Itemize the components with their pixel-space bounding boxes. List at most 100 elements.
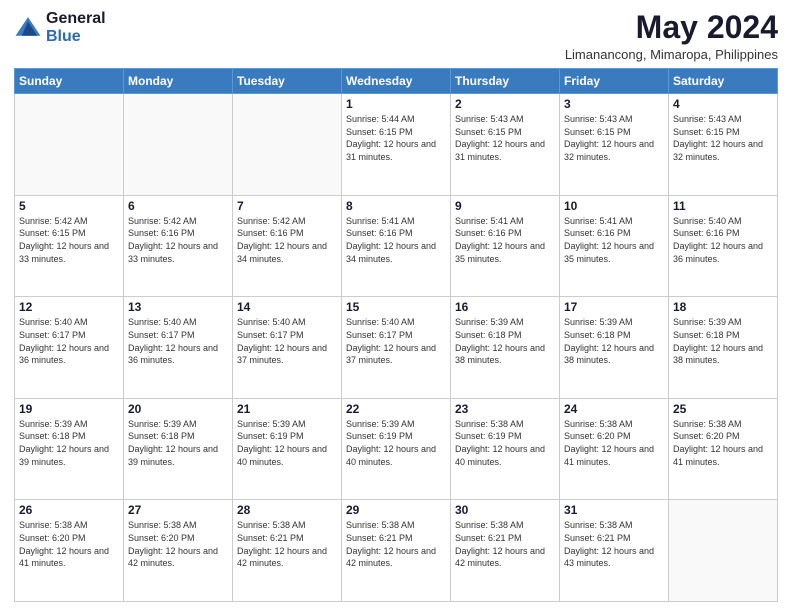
day-number: 3 [564,97,664,111]
day-number: 2 [455,97,555,111]
day-cell [124,94,233,196]
day-info: Sunrise: 5:39 AM Sunset: 6:18 PM Dayligh… [564,316,664,366]
page: General Blue May 2024 Limanancong, Mimar… [0,0,792,612]
calendar-header-row: Sunday Monday Tuesday Wednesday Thursday… [15,69,778,94]
day-cell: 14 Sunrise: 5:40 AM Sunset: 6:17 PM Dayli… [233,297,342,399]
day-number: 17 [564,300,664,314]
day-info: Sunrise: 5:42 AM Sunset: 6:15 PM Dayligh… [19,215,119,265]
day-cell: 25Sunrise: 5:38 AM Sunset: 6:20 PM Dayli… [669,398,778,500]
calendar-table: Sunday Monday Tuesday Wednesday Thursday… [14,68,778,602]
day-number: 12 [19,300,119,314]
day-number: 7 [237,199,337,213]
day-info: Sunrise: 5:38 AM Sunset: 6:21 PM Dayligh… [346,519,446,569]
day-info: Sunrise: 5:39 AM Sunset: 6:19 PM Dayligh… [346,418,446,468]
day-number: 26 [19,503,119,517]
day-info: Sunrise: 5:38 AM Sunset: 6:20 PM Dayligh… [19,519,119,569]
day-cell: 20Sunrise: 5:39 AM Sunset: 6:18 PM Dayli… [124,398,233,500]
logo-text: General Blue [46,10,106,45]
day-info: Sunrise: 5:42 AM Sunset: 6:16 PM Dayligh… [128,215,228,265]
day-number: 19 [19,402,119,416]
day-number: 22 [346,402,446,416]
week-row-3: 12 Sunrise: 5:40 AM Sunset: 6:17 PM Dayli… [15,297,778,399]
day-info: Sunrise: 5:41 AM Sunset: 6:16 PM Dayligh… [455,215,555,265]
day-info: Sunrise: 5:41 AM Sunset: 6:16 PM Dayligh… [346,215,446,265]
location: Limanancong, Mimaropa, Philippines [565,47,778,62]
col-monday: Monday [124,69,233,94]
day-cell: 24 Sunrise: 5:38 AM Sunset: 6:20 PM Dayli… [560,398,669,500]
day-cell: 19 Sunrise: 5:39 AM Sunset: 6:18 PM Dayli… [15,398,124,500]
day-cell: 15 Sunrise: 5:40 AM Sunset: 6:17 PM Dayli… [342,297,451,399]
day-number: 20 [128,402,228,416]
day-info: Sunrise: 5:38 AM Sunset: 6:20 PM Dayligh… [673,418,773,468]
day-info: Sunrise: 5:39 AM Sunset: 6:18 PM Dayligh… [19,418,119,468]
day-cell: 31 Sunrise: 5:38 AM Sunset: 6:21 PM Dayli… [560,500,669,602]
day-number: 6 [128,199,228,213]
col-thursday: Thursday [451,69,560,94]
day-number: 24 [564,402,664,416]
day-cell: 18 Sunrise: 5:39 AM Sunset: 6:18 PM Dayli… [669,297,778,399]
col-friday: Friday [560,69,669,94]
day-info: Sunrise: 5:38 AM Sunset: 6:19 PM Dayligh… [455,418,555,468]
day-cell [233,94,342,196]
col-saturday: Saturday [669,69,778,94]
logo-general: General [46,10,106,28]
logo-blue-text: Blue [46,28,106,46]
day-info: Sunrise: 5:43 AM Sunset: 6:15 PM Dayligh… [673,113,773,163]
day-info: Sunrise: 5:43 AM Sunset: 6:15 PM Dayligh… [455,113,555,163]
day-cell: 23 Sunrise: 5:38 AM Sunset: 6:19 PM Dayli… [451,398,560,500]
day-number: 31 [564,503,664,517]
logo-icon [14,14,42,42]
day-number: 5 [19,199,119,213]
day-cell: 13Sunrise: 5:40 AM Sunset: 6:17 PM Dayli… [124,297,233,399]
day-number: 1 [346,97,446,111]
day-number: 21 [237,402,337,416]
day-info: Sunrise: 5:39 AM Sunset: 6:18 PM Dayligh… [455,316,555,366]
col-wednesday: Wednesday [342,69,451,94]
day-info: Sunrise: 5:43 AM Sunset: 6:15 PM Dayligh… [564,113,664,163]
day-number: 8 [346,199,446,213]
week-row-2: 5 Sunrise: 5:42 AM Sunset: 6:15 PM Daylig… [15,195,778,297]
week-row-4: 19 Sunrise: 5:39 AM Sunset: 6:18 PM Dayli… [15,398,778,500]
day-cell: 26 Sunrise: 5:38 AM Sunset: 6:20 PM Dayli… [15,500,124,602]
day-cell: 8 Sunrise: 5:41 AM Sunset: 6:16 PM Daylig… [342,195,451,297]
day-number: 14 [237,300,337,314]
day-cell: 10Sunrise: 5:41 AM Sunset: 6:16 PM Dayli… [560,195,669,297]
day-info: Sunrise: 5:38 AM Sunset: 6:21 PM Dayligh… [564,519,664,569]
day-number: 18 [673,300,773,314]
week-row-5: 26 Sunrise: 5:38 AM Sunset: 6:20 PM Dayli… [15,500,778,602]
day-cell [669,500,778,602]
day-info: Sunrise: 5:38 AM Sunset: 6:21 PM Dayligh… [455,519,555,569]
day-info: Sunrise: 5:40 AM Sunset: 6:17 PM Dayligh… [346,316,446,366]
day-number: 11 [673,199,773,213]
logo: General Blue [14,10,106,45]
col-sunday: Sunday [15,69,124,94]
title-block: May 2024 Limanancong, Mimaropa, Philippi… [565,10,778,62]
day-info: Sunrise: 5:39 AM Sunset: 6:18 PM Dayligh… [673,316,773,366]
day-number: 30 [455,503,555,517]
day-number: 9 [455,199,555,213]
day-info: Sunrise: 5:40 AM Sunset: 6:17 PM Dayligh… [237,316,337,366]
day-number: 4 [673,97,773,111]
day-cell: 22 Sunrise: 5:39 AM Sunset: 6:19 PM Dayli… [342,398,451,500]
header: General Blue May 2024 Limanancong, Mimar… [14,10,778,62]
day-number: 29 [346,503,446,517]
day-cell: 2 Sunrise: 5:43 AM Sunset: 6:15 PM Daylig… [451,94,560,196]
day-cell: 11Sunrise: 5:40 AM Sunset: 6:16 PM Dayli… [669,195,778,297]
day-cell: 5 Sunrise: 5:42 AM Sunset: 6:15 PM Daylig… [15,195,124,297]
day-cell: 3 Sunrise: 5:43 AM Sunset: 6:15 PM Daylig… [560,94,669,196]
day-number: 15 [346,300,446,314]
day-cell: 29 Sunrise: 5:38 AM Sunset: 6:21 PM Dayli… [342,500,451,602]
day-cell: 27Sunrise: 5:38 AM Sunset: 6:20 PM Dayli… [124,500,233,602]
day-info: Sunrise: 5:38 AM Sunset: 6:20 PM Dayligh… [564,418,664,468]
day-cell: 21Sunrise: 5:39 AM Sunset: 6:19 PM Dayli… [233,398,342,500]
day-info: Sunrise: 5:40 AM Sunset: 6:17 PM Dayligh… [19,316,119,366]
month-year: May 2024 [565,10,778,45]
day-info: Sunrise: 5:38 AM Sunset: 6:21 PM Dayligh… [237,519,337,569]
day-info: Sunrise: 5:42 AM Sunset: 6:16 PM Dayligh… [237,215,337,265]
day-cell: 1Sunrise: 5:44 AM Sunset: 6:15 PM Daylig… [342,94,451,196]
day-cell: 17 Sunrise: 5:39 AM Sunset: 6:18 PM Dayli… [560,297,669,399]
day-number: 10 [564,199,664,213]
day-number: 27 [128,503,228,517]
day-number: 23 [455,402,555,416]
week-row-1: 1Sunrise: 5:44 AM Sunset: 6:15 PM Daylig… [15,94,778,196]
